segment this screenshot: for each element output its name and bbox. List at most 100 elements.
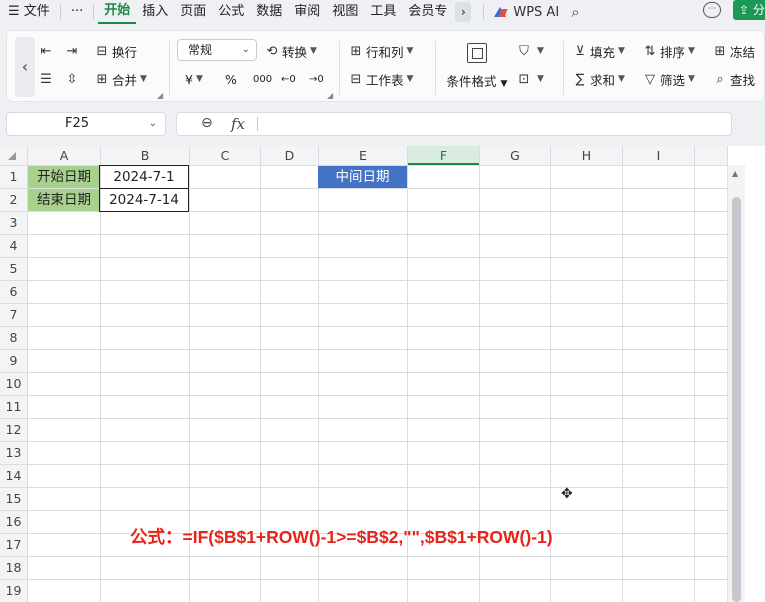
- row-header-5[interactable]: 5: [0, 257, 27, 280]
- merge-cells-button[interactable]: ⊞ 合并 ▼: [95, 68, 147, 90]
- column-header-I[interactable]: I: [623, 146, 694, 165]
- thousands-separator-button[interactable]: 000: [253, 68, 272, 90]
- row-header-7[interactable]: 7: [0, 303, 27, 326]
- tab-data[interactable]: 数据: [250, 0, 288, 24]
- tab-review[interactable]: 审阅: [288, 0, 326, 24]
- worksheet-grid[interactable]: ABCDEFGHI 1 2 3 4 5 6 7 8 9 10 11 12 13 14 15 16 17 18 19 …: [0, 146, 765, 602]
- name-box[interactable]: F25 ⌄: [6, 112, 166, 136]
- row-header-9[interactable]: 9: [0, 349, 27, 372]
- decrease-decimal-button[interactable]: →0: [309, 68, 324, 90]
- indent-decrease-icon: ⇤: [40, 43, 52, 59]
- tab-insert[interactable]: 插入: [136, 0, 174, 24]
- row-header-3[interactable]: 3: [0, 211, 27, 234]
- fill-button[interactable]: ⊻ 填充 ▼: [573, 40, 625, 62]
- select-all-corner[interactable]: [8, 152, 16, 160]
- row-header-17[interactable]: 17: [0, 533, 27, 556]
- tab-page[interactable]: 页面: [174, 0, 212, 24]
- column-header-F[interactable]: F: [408, 146, 479, 165]
- scroll-up-icon[interactable]: ▲: [732, 169, 738, 178]
- ribbon-scroll-left-button[interactable]: ‹: [15, 37, 35, 97]
- file-menu[interactable]: ☰ 文件: [0, 0, 56, 24]
- more-menu-button[interactable]: ···: [65, 0, 89, 24]
- number-dialog-launcher-icon[interactable]: ◢: [327, 91, 333, 100]
- tab-member[interactable]: 会员专: [402, 0, 453, 24]
- row-header-10[interactable]: 10: [0, 372, 27, 395]
- rows-columns-label: 行和列: [366, 44, 404, 60]
- cell-A1[interactable]: 开始日期: [28, 166, 100, 188]
- conditional-format-label: 条件格式: [446, 74, 497, 89]
- filter-button[interactable]: ▽ 筛选 ▼: [643, 68, 695, 90]
- chevron-down-icon: ⌄: [241, 44, 250, 55]
- ribbon-separator: [563, 41, 564, 95]
- worksheet-icon: ⊟: [350, 71, 362, 87]
- column-header-G[interactable]: G: [480, 146, 550, 165]
- cell-B2[interactable]: 2024-7-14: [99, 188, 189, 212]
- currency-format-button[interactable]: ¥ ▼: [185, 68, 203, 90]
- row-header-11[interactable]: 11: [0, 395, 27, 418]
- number-format-select[interactable]: 常规 ⌄: [177, 39, 257, 61]
- column-header-A[interactable]: A: [28, 146, 100, 165]
- column-header-H[interactable]: H: [551, 146, 622, 165]
- search-icon[interactable]: ⌕: [571, 3, 579, 21]
- row-header-15[interactable]: 15: [0, 487, 27, 510]
- cell-style-button[interactable]: ⛉ ▼: [517, 40, 544, 62]
- row-header-8[interactable]: 8: [0, 326, 27, 349]
- tab-home[interactable]: 开始: [98, 0, 137, 24]
- hamburger-icon: ☰: [8, 4, 20, 19]
- column-header-C[interactable]: C: [190, 146, 260, 165]
- indent-increase-button[interactable]: ⇥: [65, 40, 82, 62]
- row-header-12[interactable]: 12: [0, 418, 27, 441]
- column-header-D[interactable]: D: [261, 146, 318, 165]
- increase-decimal-button[interactable]: ←0: [281, 68, 296, 90]
- chevron-down-icon[interactable]: ⌄: [149, 113, 157, 135]
- vertical-scrollbar[interactable]: ▲: [727, 165, 745, 602]
- indent-increase-icon: ⇥: [66, 43, 78, 59]
- row-header-16[interactable]: 16: [0, 510, 27, 533]
- ribbon-separator: [169, 41, 170, 95]
- share-button[interactable]: ⇪ 分享: [733, 0, 765, 20]
- tab-tools[interactable]: 工具: [364, 0, 402, 24]
- conditional-format-button[interactable]: 条件格式 ▼: [445, 39, 509, 90]
- scrollbar-thumb[interactable]: [732, 197, 741, 602]
- distributed-align-button[interactable]: ⇳: [65, 68, 82, 90]
- menu-separator: [483, 5, 485, 19]
- row-header-2[interactable]: 2: [0, 188, 27, 211]
- chat-bubble-icon[interactable]: ···: [703, 2, 721, 18]
- cell-E1[interactable]: 中间日期: [318, 166, 407, 188]
- borders-icon: ⊡: [518, 71, 530, 87]
- row-header-18[interactable]: 18: [0, 556, 27, 579]
- cell-A2[interactable]: 结束日期: [28, 189, 100, 211]
- column-header-E[interactable]: E: [319, 146, 407, 165]
- cell-B1[interactable]: 2024-7-1: [99, 165, 189, 189]
- row-header-13[interactable]: 13: [0, 441, 27, 464]
- row-header-19[interactable]: 19: [0, 579, 27, 602]
- formula-bar[interactable]: ⊖ fx: [176, 112, 732, 136]
- sort-button[interactable]: ⇅ 排序 ▼: [643, 40, 695, 62]
- wps-ai-button[interactable]: WPS AI: [494, 5, 559, 20]
- row-header-14[interactable]: 14: [0, 464, 27, 487]
- row-header-4[interactable]: 4: [0, 234, 27, 257]
- rows-and-columns-button[interactable]: ⊞ 行和列 ▼: [349, 40, 414, 62]
- align-left-button[interactable]: ☰: [39, 68, 56, 90]
- find-label: 查找: [730, 72, 756, 88]
- alignment-dialog-launcher-icon[interactable]: ◢: [157, 91, 163, 100]
- autosum-button[interactable]: ∑ 求和 ▼: [573, 68, 625, 90]
- column-header-B[interactable]: B: [101, 146, 189, 165]
- fill-label: 填充: [590, 44, 616, 60]
- tab-view[interactable]: 视图: [326, 0, 364, 24]
- chevron-right-icon[interactable]: ›: [455, 2, 472, 22]
- wrap-text-button[interactable]: ⊟ 换行: [95, 40, 137, 62]
- borders-button[interactable]: ⊡ ▼: [517, 68, 544, 90]
- row-header-1[interactable]: 1: [0, 165, 27, 188]
- row-header-6[interactable]: 6: [0, 280, 27, 303]
- zoom-icon[interactable]: ⊖: [201, 115, 213, 131]
- freeze-panes-button[interactable]: ⊞ 冻结: [713, 40, 755, 62]
- worksheet-button[interactable]: ⊟ 工作表 ▼: [349, 68, 414, 90]
- convert-button[interactable]: ⟲ 转换 ▼: [265, 40, 317, 62]
- tab-formulas[interactable]: 公式: [212, 0, 250, 24]
- fx-icon[interactable]: fx: [231, 115, 245, 133]
- indent-decrease-button[interactable]: ⇤: [39, 40, 56, 62]
- percent-format-button[interactable]: %: [225, 68, 237, 90]
- find-button[interactable]: ⌕ 查找: [713, 68, 755, 90]
- worksheet-label: 工作表: [366, 72, 404, 88]
